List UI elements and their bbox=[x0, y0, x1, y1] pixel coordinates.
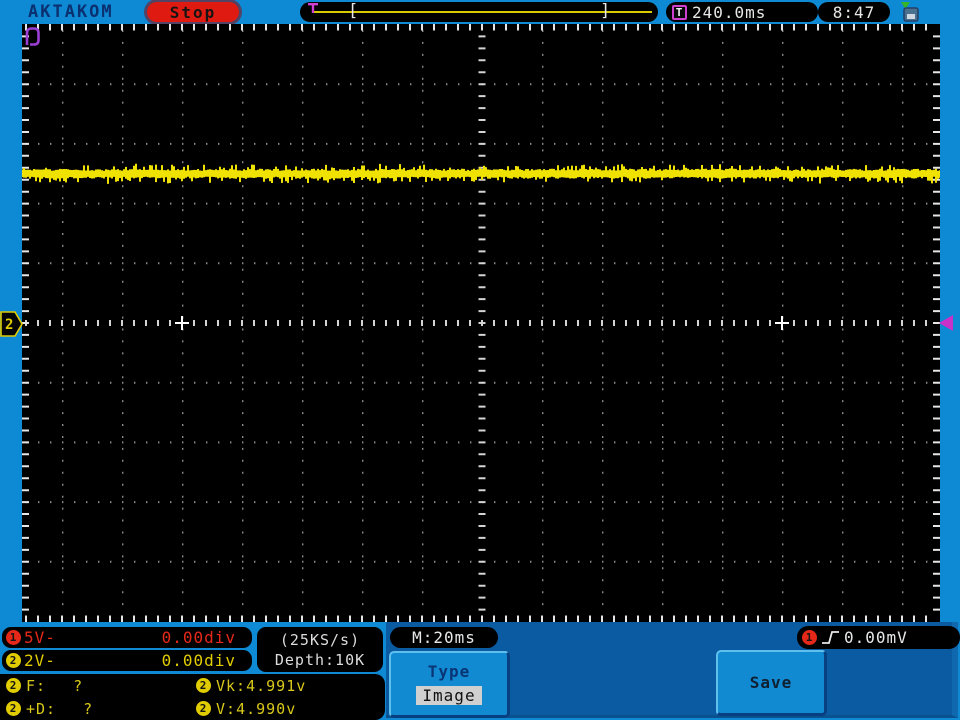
measurement-frequency: 2 F: ? bbox=[6, 677, 196, 695]
meas-badge: 2 bbox=[6, 701, 21, 716]
timebase-readout: M:20ms bbox=[390, 627, 498, 648]
channel1-badge: 1 bbox=[6, 630, 21, 645]
meas-value: ? bbox=[83, 699, 94, 718]
measurement-voltage: 2 V: 4.990v bbox=[196, 700, 385, 718]
trigger-t-icon bbox=[308, 3, 318, 13]
graticule bbox=[21, 24, 941, 622]
trigger-symbol: T bbox=[672, 4, 687, 20]
meas-label: Vk: bbox=[216, 676, 247, 695]
measurements-panel: 2 F: ? 2 Vk: 4.991v 2 +D: ? 2 V: 4.990v bbox=[0, 674, 385, 720]
trigger-delay-readout: T 240.0ms bbox=[666, 2, 818, 22]
save-button[interactable]: Save bbox=[716, 650, 827, 716]
type-button-label: Type bbox=[427, 662, 471, 681]
run-state-badge[interactable]: Stop bbox=[147, 2, 239, 22]
meas-label: V: bbox=[216, 699, 237, 718]
meas-badge: 2 bbox=[6, 678, 21, 693]
window-bracket-right-icon: ] bbox=[600, 1, 611, 21]
clock-value: 8:47 bbox=[832, 2, 876, 22]
trigger-level-marker[interactable] bbox=[936, 314, 955, 332]
window-bracket-left-icon: [ bbox=[348, 1, 359, 21]
meas-badge: 2 bbox=[196, 701, 211, 716]
svg-text:2: 2 bbox=[5, 317, 13, 333]
trigger-delay-value: 240.0ms bbox=[692, 2, 767, 22]
type-button[interactable]: Type Image bbox=[389, 651, 510, 718]
meas-label: F: bbox=[26, 676, 47, 695]
channel2-position: 0.00div bbox=[161, 651, 236, 670]
channel2-badge: 2 bbox=[6, 653, 21, 668]
channel1-position: 0.00div bbox=[161, 628, 236, 647]
measurement-duty: 2 +D: ? bbox=[6, 700, 196, 718]
channel2-position-marker[interactable]: 2 bbox=[0, 310, 24, 338]
save-button-label: Save bbox=[749, 673, 793, 692]
meas-label: +D: bbox=[26, 699, 57, 718]
sample-rate: (25KS/s) bbox=[279, 630, 361, 649]
measurement-vk: 2 Vk: 4.991v bbox=[196, 677, 385, 695]
brand-label: AKTAKOM bbox=[28, 2, 114, 22]
waveform-display bbox=[21, 24, 941, 622]
meas-value: 4.991v bbox=[246, 676, 307, 695]
channel1-scale: 5V- bbox=[24, 628, 56, 647]
channel1-readout: 1 5V- 0.00div bbox=[2, 627, 252, 648]
trigger-source-badge: 1 bbox=[802, 630, 817, 645]
rising-edge-icon bbox=[822, 631, 839, 644]
channel2-scale: 2V- bbox=[24, 651, 56, 670]
record-position-bar[interactable]: [ ] bbox=[300, 1, 658, 22]
meas-value: 4.990v bbox=[236, 699, 297, 718]
acquisition-readout: (25KS/s) Depth:10K bbox=[257, 627, 383, 672]
trigger-level-readout: 1 0.00mV bbox=[797, 626, 960, 649]
meas-value: ? bbox=[73, 676, 84, 695]
channel2-readout: 2 2V- 0.00div bbox=[2, 650, 252, 671]
meas-badge: 2 bbox=[196, 678, 211, 693]
status-bar: AKTAKOM Stop [ ] T 240.0ms 8:47 bbox=[0, 0, 960, 24]
trigger-level-value: 0.00mV bbox=[844, 628, 908, 647]
usb-drive-icon bbox=[901, 2, 919, 22]
timebase-value: M:20ms bbox=[412, 628, 476, 647]
type-button-value: Image bbox=[416, 686, 482, 705]
run-state-label: Stop bbox=[169, 2, 217, 22]
clock-readout: 8:47 bbox=[818, 2, 890, 22]
memory-depth: Depth:10K bbox=[274, 650, 366, 669]
